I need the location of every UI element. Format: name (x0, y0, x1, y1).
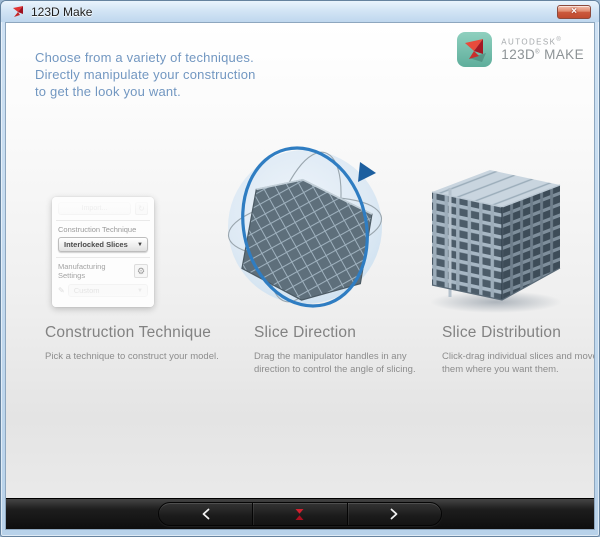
intro-line-2: Directly manipulate your construction (35, 66, 256, 83)
close-button[interactable]: × (557, 5, 591, 19)
mock-construction-label: Construction Technique (58, 225, 148, 234)
refresh-icon: ↻ (135, 202, 148, 215)
mock-custom-row: ✎ Custom ▼ (58, 284, 148, 297)
pencil-icon: ✎ (58, 286, 65, 295)
mock-custom-value: Custom (74, 286, 137, 295)
mock-manufacturing-row: Manufacturing Settings ⚙ (58, 262, 148, 280)
intro-text: Choose from a variety of techniques. Dir… (35, 49, 256, 100)
settings-panel-mockup: Import... ↻ Construction Technique Inter… (52, 197, 154, 307)
mock-divider (56, 220, 150, 221)
caption-description: Pick a technique to construct your model… (45, 350, 235, 363)
lattice-cube (432, 170, 560, 300)
chevron-down-icon: ▼ (137, 242, 143, 248)
mock-import-button: Import... (58, 202, 131, 215)
window-title: 123D Make (31, 5, 92, 19)
slice-distribution-illustration (410, 150, 580, 322)
slice-direction-illustration (217, 130, 395, 328)
bottom-navbar (6, 498, 594, 529)
caption-title: Construction Technique (45, 324, 235, 342)
caption-slice-distribution: Slice Distribution Click-drag individual… (442, 324, 595, 376)
intro-line-1: Choose from a variety of techniques. (35, 49, 256, 66)
mock-technique-value: Interlocked Slices (64, 240, 137, 249)
mock-import-row: Import... ↻ (58, 202, 148, 215)
app-window: 123D Make × Choose from a variety of tec… (0, 0, 600, 537)
caption-construction-technique: Construction Technique Pick a technique … (45, 324, 235, 363)
chevron-right-icon (389, 508, 399, 520)
gear-icon: ⚙ (134, 264, 148, 278)
nav-button-group (158, 502, 442, 526)
caption-title: Slice Direction (254, 324, 422, 342)
brand-company: AUTODESK® (501, 37, 584, 47)
app-logo-icon (11, 5, 25, 19)
caption-title: Slice Distribution (442, 324, 595, 342)
chevron-down-icon: ▼ (137, 288, 143, 294)
123d-make-logo-icon (456, 31, 493, 68)
manipulator-arrow-icon (358, 162, 376, 182)
brand-text: AUTODESK® 123D® MAKE (501, 37, 584, 63)
titlebar[interactable]: 123D Make × (1, 1, 599, 22)
mock-technique-dropdown: Interlocked Slices ▼ (58, 237, 148, 252)
content-area: Choose from a variety of techniques. Dir… (5, 22, 595, 530)
mock-custom-dropdown: Custom ▼ (68, 284, 148, 297)
mock-divider (56, 257, 150, 258)
make-logo-icon (294, 508, 305, 521)
mock-manufacturing-label: Manufacturing Settings (58, 262, 134, 280)
caption-slice-direction: Slice Direction Drag the manipulator han… (254, 324, 422, 376)
back-button[interactable] (159, 503, 252, 525)
caption-description: Click-drag individual slices and move th… (442, 350, 595, 376)
home-button[interactable] (252, 503, 346, 525)
brand-product: 123D® MAKE (501, 47, 584, 62)
forward-button[interactable] (347, 503, 441, 525)
chevron-left-icon (201, 508, 211, 520)
brand-block: AUTODESK® 123D® MAKE (456, 31, 584, 68)
intro-line-3: to get the look you want. (35, 83, 256, 100)
caption-description: Drag the manipulator handles in any dire… (254, 350, 422, 376)
